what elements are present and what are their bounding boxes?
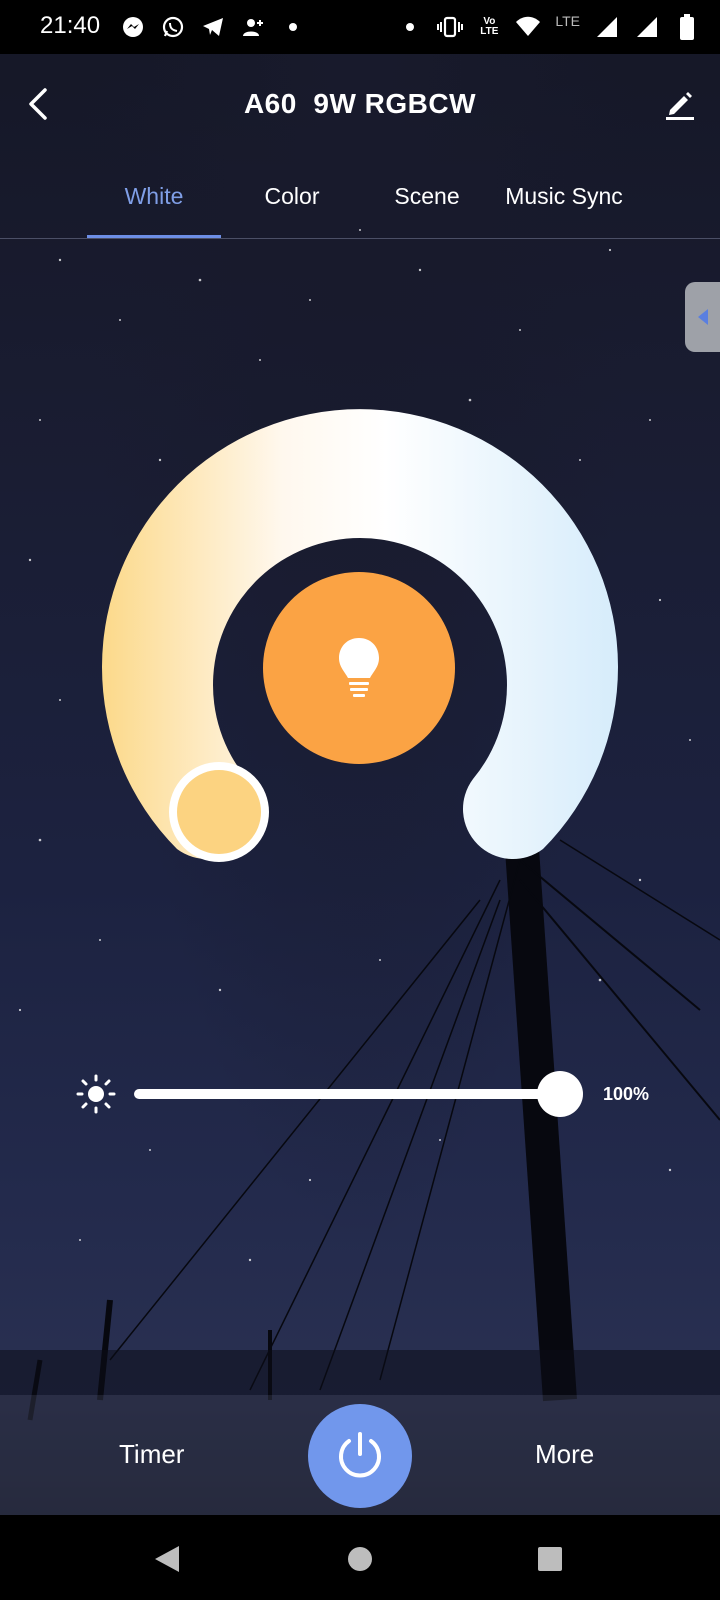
more-button[interactable]: More — [535, 1439, 594, 1470]
dot-icon — [397, 14, 423, 40]
nav-back-button[interactable] — [147, 1539, 187, 1579]
timer-button[interactable]: Timer — [119, 1439, 184, 1470]
brightness-slider-track[interactable] — [134, 1089, 574, 1099]
mode-tabs: White Color Scene Music Sync — [0, 164, 720, 239]
bulb-icon — [339, 638, 379, 697]
nav-home-button[interactable] — [340, 1539, 380, 1579]
volte-icon: Vo LTE — [480, 16, 499, 37]
system-icons: Vo LTE LTE — [397, 12, 700, 42]
tab-color[interactable]: Color — [225, 178, 359, 234]
recents-square-icon — [538, 1547, 562, 1571]
home-circle-icon — [348, 1547, 372, 1571]
status-bar: 21:40 Vo LTE LTE — [0, 0, 720, 54]
brightness-value: 100% — [603, 1084, 650, 1104]
light-bulb-button[interactable] — [263, 572, 455, 764]
status-time: 21:40 — [40, 12, 101, 39]
edit-button[interactable] — [658, 82, 702, 126]
app-header: A60 9W RGBCW — [0, 54, 720, 154]
temperature-thumb[interactable] — [169, 762, 269, 862]
caret-left-icon — [697, 309, 708, 325]
power-button[interactable] — [308, 1404, 412, 1508]
side-panel-handle[interactable] — [685, 282, 720, 352]
brightness-control: 100% — [0, 1060, 720, 1130]
notification-icons — [120, 12, 306, 42]
wifi-icon — [515, 14, 541, 40]
signal-icon — [594, 14, 620, 40]
back-triangle-icon — [155, 1546, 179, 1572]
brightness-slider-thumb[interactable] — [537, 1071, 583, 1117]
signal-icon — [634, 14, 660, 40]
sun-icon — [76, 1074, 116, 1114]
edit-icon — [666, 92, 694, 120]
telegram-icon — [200, 14, 226, 40]
messenger-icon — [120, 14, 146, 40]
tab-music-sync[interactable]: Music Sync — [494, 178, 634, 234]
power-icon — [339, 1432, 381, 1478]
system-navigation-bar — [0, 1515, 720, 1600]
whatsapp-icon — [160, 14, 186, 40]
nav-recents-button[interactable] — [530, 1539, 570, 1579]
sky-scene — [0, 229, 720, 1520]
device-title: A60 9W RGBCW — [243, 88, 477, 119]
tab-scene[interactable]: Scene — [360, 178, 494, 234]
add-person-icon — [240, 14, 266, 40]
night-sky-background — [0, 0, 720, 1600]
battery-icon — [674, 14, 700, 40]
tab-white[interactable]: White — [87, 178, 221, 238]
lte-label: LTE — [555, 13, 580, 29]
vibrate-icon — [437, 14, 464, 40]
dot-icon — [280, 14, 306, 40]
